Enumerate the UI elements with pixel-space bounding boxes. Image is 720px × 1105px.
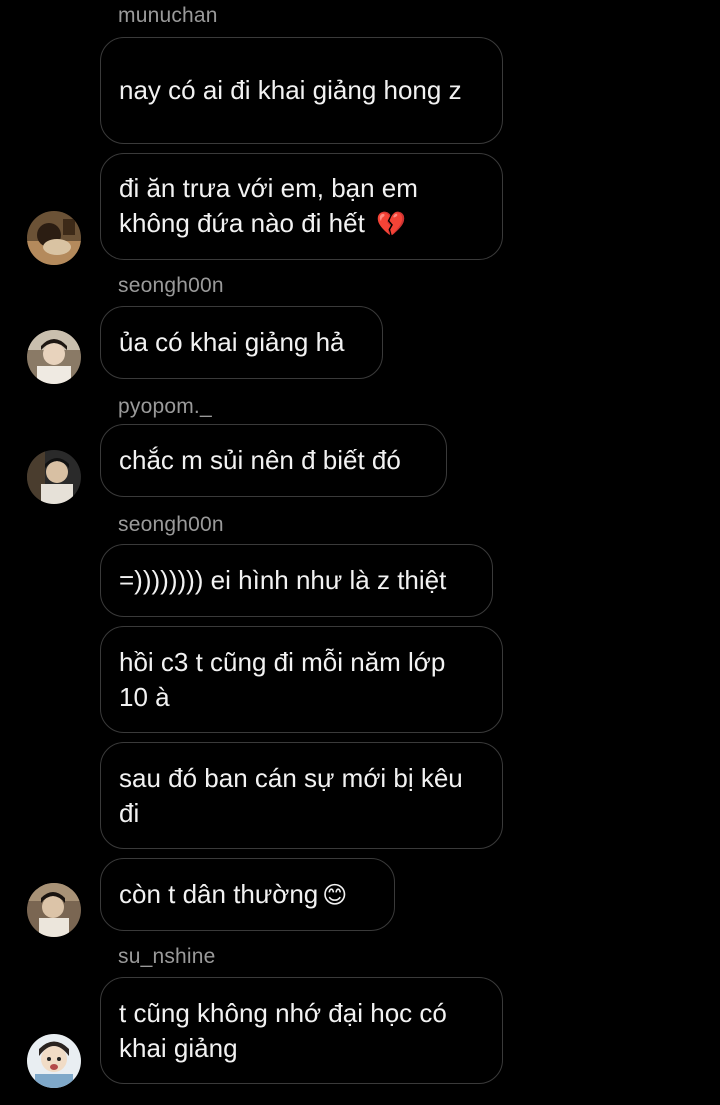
- sender-username[interactable]: su_nshine: [118, 945, 216, 969]
- sender-username[interactable]: munuchan: [118, 4, 218, 28]
- message-bubble[interactable]: đi ăn trưa với em, bạn em không đứa nào …: [100, 153, 503, 260]
- sender-username[interactable]: seongh00n: [118, 513, 224, 537]
- sender-username[interactable]: seongh00n: [118, 274, 224, 298]
- broken-heart-icon: 💔: [376, 210, 406, 238]
- message-text: hồi c3 t cũng đi mỗi năm lớp 10 à: [119, 646, 446, 712]
- avatar[interactable]: [27, 450, 81, 504]
- avatar[interactable]: [27, 1034, 81, 1088]
- message-bubble[interactable]: còn t dân thường 😊: [100, 858, 395, 931]
- message-bubble[interactable]: ủa có khai giảng hả: [100, 306, 383, 379]
- message-text: ủa có khai giảng hả: [119, 327, 345, 357]
- message-bubble[interactable]: =)))))))) ei hình như là z thiệt: [100, 544, 493, 617]
- sender-username[interactable]: pyopom._: [118, 395, 212, 419]
- message-text: sau đó ban cán sự mới bị kêu đi: [119, 762, 463, 828]
- smiling-face-icon: 😊: [322, 880, 348, 909]
- message-bubble[interactable]: sau đó ban cán sự mới bị kêu đi: [100, 742, 503, 849]
- message-text: còn t dân thường 😊: [119, 878, 348, 909]
- message-bubble[interactable]: chắc m sủi nên đ biết đó: [100, 424, 447, 497]
- message-bubble[interactable]: hồi c3 t cũng đi mỗi năm lớp 10 à: [100, 626, 503, 733]
- message-text: nay có ai đi khai giảng hong z: [119, 75, 462, 105]
- avatar[interactable]: [27, 330, 81, 384]
- message-bubble[interactable]: nay có ai đi khai giảng hong z: [100, 37, 503, 144]
- message-text: t cũng không nhớ đại học có khai giảng: [119, 997, 447, 1063]
- message-text: chắc m sủi nên đ biết đó: [119, 445, 401, 475]
- message-text: =)))))))) ei hình như là z thiệt: [119, 565, 447, 595]
- avatar[interactable]: [27, 883, 81, 937]
- avatar[interactable]: [27, 211, 81, 265]
- message-text: đi ăn trưa với em, bạn em không đứa nào …: [119, 173, 418, 238]
- message-bubble[interactable]: t cũng không nhớ đại học có khai giảng: [100, 977, 503, 1084]
